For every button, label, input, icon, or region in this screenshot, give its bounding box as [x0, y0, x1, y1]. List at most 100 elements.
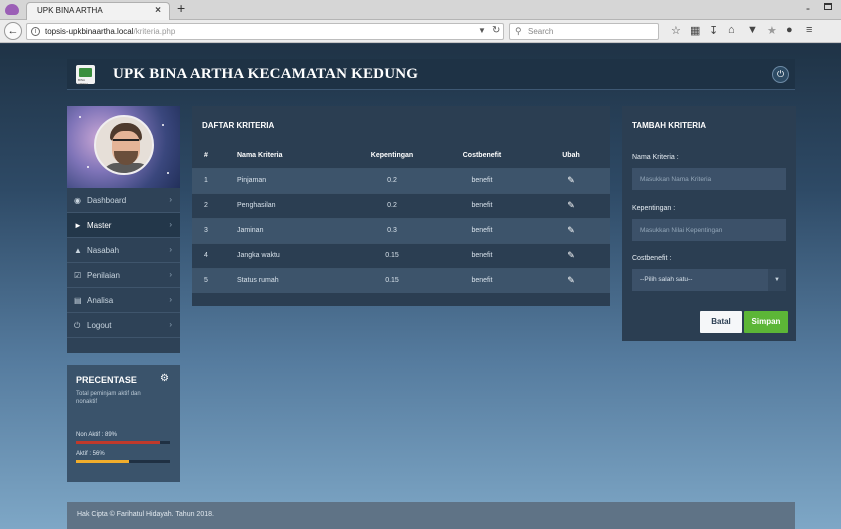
costbenefit-selected-value: --Pilih salah satu-- — [640, 276, 693, 283]
chevron-right-icon: › — [169, 220, 172, 229]
cell-number: 4 — [192, 242, 237, 268]
search-icon: ⚲ — [515, 26, 522, 36]
kepentingan-input[interactable] — [632, 219, 786, 241]
sidebar-item-label: Nasabah — [87, 246, 120, 255]
nonaktif-progress-bar — [76, 441, 170, 444]
cell-costbenefit: benefit — [432, 217, 532, 243]
site-title[interactable]: UPK BINA ARTHA KECAMATAN KEDUNG — [113, 66, 418, 83]
col-header-number: # — [204, 151, 208, 159]
cell-nama: Jangka waktu — [237, 242, 352, 268]
download-icon[interactable]: ↧ — [709, 24, 718, 37]
reload-icon[interactable]: ↻ — [492, 25, 500, 36]
table-row: 2 Penghasilan 0.2 benefit ✎ — [192, 192, 610, 218]
menu-icon[interactable]: ≡ — [806, 24, 812, 36]
simpan-button[interactable]: Simpan — [744, 311, 788, 333]
aktif-progress-bar — [76, 460, 170, 463]
costbenefit-select[interactable]: --Pilih salah satu-- ▼ — [632, 269, 786, 291]
bg-star — [167, 172, 169, 174]
extension-icon[interactable]: ★ — [767, 24, 777, 37]
sidebar-item-label: Logout — [87, 321, 112, 330]
percentage-description: Total peminjam aktif dan nonaktif — [76, 391, 141, 405]
url-text[interactable]: topsis-upkbinaartha.local/kriteria.php — [45, 27, 175, 36]
tambah-kriteria-panel: TAMBAH KRITERIA Nama Kriteria : Kepentin… — [622, 106, 796, 341]
bg-star — [162, 124, 164, 126]
dashboard-icon: ◉ — [74, 196, 81, 205]
cell-costbenefit: benefit — [432, 192, 532, 218]
pencil-icon[interactable]: ✎ — [567, 175, 575, 186]
info-icon[interactable]: i — [31, 27, 40, 36]
window-maximize-button[interactable] — [824, 3, 832, 10]
tambah-kriteria-title: TAMBAH KRITERIA — [632, 121, 707, 130]
window-minimize-button[interactable]: - — [806, 1, 810, 15]
url-bar[interactable]: i topsis-upkbinaartha.local/kriteria.php… — [26, 23, 504, 40]
logo[interactable]: BINA ARTHA — [76, 65, 95, 86]
cell-ubah: ✎ — [532, 217, 610, 243]
avatar-glasses — [113, 139, 139, 145]
cell-number: 2 — [192, 192, 237, 218]
sidebar-item-analisa[interactable]: ▤ Analisa › — [67, 288, 180, 313]
cell-kepentingan: 0.15 — [352, 267, 432, 293]
bookmark-star-icon[interactable]: ☆ — [671, 24, 681, 37]
footer: Hak Cipta © Farihatul Hidayah. Tahun 201… — [67, 502, 795, 529]
power-icon: ⏻ — [74, 321, 81, 330]
power-icon[interactable]: ⏻ — [772, 66, 789, 83]
cell-ubah: ✎ — [532, 167, 610, 193]
nonaktif-label: Non Aktif : 89% — [76, 432, 118, 438]
pencil-icon[interactable]: ✎ — [567, 250, 575, 261]
cell-kepentingan: 0.2 — [352, 167, 432, 193]
percentage-title: PRECENTASE — [76, 375, 137, 385]
chevron-right-icon: › — [169, 270, 172, 279]
sidebar-item-label: Analisa — [87, 296, 114, 305]
sidebar-item-master[interactable]: ► Master › — [67, 213, 180, 238]
pencil-icon[interactable]: ✎ — [567, 275, 575, 286]
sidebar-item-label: Dashboard — [87, 196, 127, 205]
cell-costbenefit: benefit — [432, 167, 532, 193]
browser-tab[interactable]: UPK BINA ARTHA × — [26, 2, 170, 20]
col-header-costbenefit: Costbenefit — [462, 151, 502, 159]
table-row: 1 Pinjaman 0.2 benefit ✎ — [192, 167, 610, 193]
table-row: 4 Jangka waktu 0.15 benefit ✎ — [192, 242, 610, 268]
nama-kriteria-input[interactable] — [632, 168, 786, 190]
shield-icon[interactable]: ● — [786, 24, 793, 36]
cell-number: 5 — [192, 267, 237, 293]
chevron-right-icon: › — [169, 245, 172, 254]
chevron-right-icon: › — [169, 295, 172, 304]
chevron-down-icon: ▼ — [768, 269, 786, 291]
avatar[interactable] — [94, 115, 154, 175]
back-arrow-icon[interactable]: ← — [4, 22, 22, 40]
sidebar-item-logout[interactable]: ⏻ Logout › — [67, 313, 180, 338]
sidebar-item-penilaian[interactable]: ☑ Penilaian › — [67, 263, 180, 288]
search-bar[interactable]: ⚲ Search — [509, 23, 659, 40]
url-host: topsis-upkbinaartha.local — [45, 27, 134, 36]
new-tab-button[interactable]: + — [177, 0, 185, 16]
pencil-icon[interactable]: ✎ — [567, 225, 575, 236]
aktif-progress-fill — [76, 460, 129, 463]
daftar-kriteria-panel: DAFTAR KRITERIA # Nama Kriteria Kepentin… — [192, 106, 610, 306]
batal-button[interactable]: Batal — [700, 311, 742, 333]
check-icon: ☑ — [74, 271, 82, 280]
cell-kepentingan: 0.3 — [352, 217, 432, 243]
home-icon[interactable]: ⌂ — [728, 24, 735, 36]
daftar-kriteria-title: DAFTAR KRITERIA — [202, 121, 275, 130]
nonaktif-progress-fill — [76, 441, 160, 444]
kriteria-table: # Nama Kriteria Kepentingan Costbenefit … — [192, 143, 610, 293]
cell-ubah: ✎ — [532, 192, 610, 218]
gears-icon[interactable]: ⚙ — [160, 373, 169, 384]
sidebar-item-dashboard[interactable]: ◉ Dashboard › — [67, 188, 180, 213]
browser-tab-bar: UPK BINA ARTHA × + - — [0, 0, 841, 20]
page-header: BINA ARTHA UPK BINA ARTHA KECAMATAN KEDU… — [67, 59, 795, 90]
pocket-icon[interactable]: ▼ — [747, 24, 758, 36]
bg-star — [79, 116, 81, 118]
url-dropdown-icon[interactable]: ▼ — [478, 26, 486, 35]
profile-card — [67, 106, 180, 188]
logo-mark — [79, 68, 92, 77]
tab-close-icon[interactable]: × — [155, 5, 161, 16]
sidebar-item-nasabah[interactable]: ▲ Nasabah › — [67, 238, 180, 263]
pencil-icon[interactable]: ✎ — [567, 200, 575, 211]
browser-mask-icon — [5, 4, 19, 15]
library-icon[interactable]: ▦ — [690, 24, 700, 37]
chevron-right-icon: › — [169, 195, 172, 204]
cell-ubah: ✎ — [532, 242, 610, 268]
percentage-card: PRECENTASE ⚙ Total peminjam aktif dan no… — [67, 365, 180, 482]
cell-nama: Pinjaman — [237, 167, 352, 193]
